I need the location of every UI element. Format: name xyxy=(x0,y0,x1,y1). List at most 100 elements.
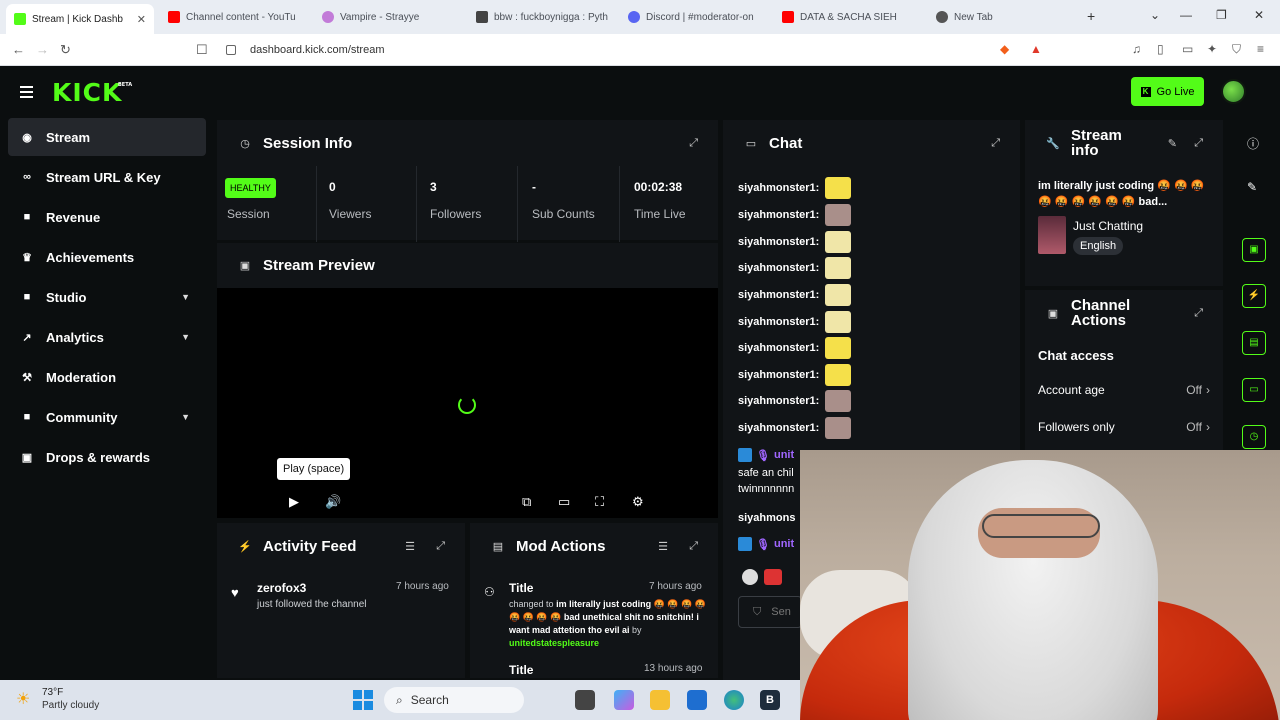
chat-username[interactable]: siyahmonster1: xyxy=(738,182,819,194)
tab-discord[interactable]: Discord | #moderator-on xyxy=(628,6,768,28)
video-icon: ▣ xyxy=(239,260,251,272)
chat-username[interactable]: siyahmonster1: xyxy=(738,209,819,221)
tab-youtube[interactable]: Channel content - YouTu xyxy=(168,6,308,28)
chat-username[interactable]: siyahmonster1: xyxy=(738,316,819,328)
expand-icon[interactable]: ⤢ xyxy=(436,540,445,553)
brave-rewards-icon[interactable]: ▲ xyxy=(1030,42,1042,56)
close-window-icon[interactable]: ✕ xyxy=(1254,8,1264,22)
followers-only-row[interactable]: Followers only Off › xyxy=(1038,420,1210,434)
account-age-row[interactable]: Account age Off › xyxy=(1038,383,1210,397)
sidebar-item-achievements[interactable]: ♛ Achievements xyxy=(8,238,206,276)
sidebar-item-stream-url-key[interactable]: ∞ Stream URL & Key xyxy=(8,158,206,196)
chat-username[interactable]: siyahmonster1: xyxy=(738,236,819,248)
file-explorer-icon[interactable] xyxy=(650,690,670,710)
filter-icon[interactable]: ☰ xyxy=(658,540,668,553)
tab-list-chevron-icon[interactable]: ⌄ xyxy=(1150,8,1160,22)
chat-input[interactable]: ⛉ Sen xyxy=(738,596,802,628)
go-live-button[interactable]: K Go Live xyxy=(1131,77,1204,106)
sidebar-item-revenue[interactable]: ■ Revenue xyxy=(8,198,206,236)
pip-icon[interactable]: ⧉ xyxy=(522,494,531,510)
new-tab-icon[interactable]: + xyxy=(1087,8,1095,24)
brave-shields-icon[interactable]: ◆ xyxy=(1000,42,1009,56)
sidebar-item-community[interactable]: ■ Community ▼ xyxy=(8,398,206,436)
clock-widget-icon[interactable]: ◷ xyxy=(1242,425,1266,449)
bookmark-icon[interactable]: ☐ xyxy=(196,42,208,58)
copilot-icon[interactable] xyxy=(614,690,634,710)
expand-icon[interactable]: ⤢ xyxy=(689,540,698,553)
play-icon[interactable]: ▶ xyxy=(289,494,299,510)
app-b-icon[interactable]: B xyxy=(760,690,780,710)
user-avatar[interactable] xyxy=(1221,79,1246,104)
expand-icon[interactable]: ⤢ xyxy=(1194,307,1203,320)
list-widget-icon[interactable]: ▤ xyxy=(1242,331,1266,355)
maximize-icon[interactable]: ❐ xyxy=(1216,8,1227,22)
windows-start-icon[interactable] xyxy=(353,690,373,710)
settings-gear-icon[interactable]: ⚙ xyxy=(632,494,644,510)
stream-preview-player[interactable]: Play (space) ▶ 🔊 ⧉ ▭ ⛶ ⚙ xyxy=(217,288,718,518)
expand-icon[interactable]: ⤢ xyxy=(991,137,1000,150)
expand-icon[interactable]: ⤢ xyxy=(689,137,698,150)
chat-widget-icon[interactable]: ▭ xyxy=(1242,378,1266,402)
sidebar-item-stream[interactable]: ◉ Stream xyxy=(8,118,206,156)
setting-label: Account age xyxy=(1038,383,1105,397)
chat-username[interactable]: siyahmonster1: xyxy=(738,289,819,301)
edit-pencil-icon[interactable]: ✎ xyxy=(1168,137,1177,150)
reload-icon[interactable]: ↻ xyxy=(60,42,71,58)
chat-username[interactable]: siyahmonster1: xyxy=(738,342,819,354)
hamburger-menu-icon[interactable] xyxy=(20,86,33,101)
tab-youtube-data[interactable]: DATA & SACHA SIEH xyxy=(782,6,922,28)
fullscreen-icon[interactable]: ⛶ xyxy=(595,494,604,510)
feed-user[interactable]: zerofox3 xyxy=(257,581,306,595)
emote-icon[interactable] xyxy=(764,569,782,585)
task-view-icon[interactable] xyxy=(575,690,595,710)
weather-desc[interactable]: Partly cloudy xyxy=(42,700,99,711)
emote-icon xyxy=(825,204,852,226)
minimize-icon[interactable]: — xyxy=(1180,8,1192,22)
video-widget-icon[interactable]: ▣ xyxy=(1242,238,1266,262)
vpn-icon[interactable]: ⛉ xyxy=(1232,42,1241,57)
weather-temp[interactable]: 73°F xyxy=(42,687,63,698)
tab-new-tab[interactable]: New Tab xyxy=(936,6,1076,28)
info-icon[interactable]: ⓘ xyxy=(1247,135,1259,152)
chat-username[interactable]: siyahmonster1: xyxy=(738,422,819,434)
chat-username[interactable]: siyahmonster1: xyxy=(738,262,819,274)
chat-username[interactable]: siyahmonster1: xyxy=(738,369,819,381)
chat-username[interactable]: siyahmons xyxy=(738,512,795,524)
back-icon[interactable]: ← xyxy=(12,42,25,57)
url-field[interactable]: dashboard.kick.com/stream xyxy=(226,39,1026,61)
filter-icon[interactable]: ☰ xyxy=(405,540,415,553)
mic-icon: 🎙 xyxy=(756,538,770,551)
site-info-icon[interactable] xyxy=(226,45,236,55)
close-tab-icon[interactable]: ✕ xyxy=(137,13,146,26)
forward-icon[interactable]: → xyxy=(36,42,49,57)
leo-icon[interactable]: ✦ xyxy=(1207,42,1217,56)
store-icon[interactable] xyxy=(687,690,707,710)
sidebar-item-studio[interactable]: ■ Studio ▼ xyxy=(8,278,206,316)
chat-username[interactable]: unit xyxy=(774,449,794,461)
trophy-icon: ♛ xyxy=(22,251,32,264)
sidebar-item-moderation[interactable]: ⚒ Moderation xyxy=(8,358,206,396)
bolt-widget-icon[interactable]: ⚡ xyxy=(1242,284,1266,308)
chat-username[interactable]: siyahmonster1: xyxy=(738,395,819,407)
edit-icon[interactable]: ✎ xyxy=(1247,180,1257,194)
sidebar-icon[interactable]: ▯ xyxy=(1157,42,1164,56)
kick-logo[interactable]: KICK BETA xyxy=(52,78,132,107)
menu-icon[interactable]: ≡ xyxy=(1257,42,1264,56)
media-icon[interactable]: ♫ xyxy=(1132,42,1141,56)
edge-icon[interactable] xyxy=(724,690,744,710)
tab-kick-dashboard[interactable]: Stream | Kick Dashb ✕ xyxy=(6,4,154,34)
mod-action-user[interactable]: unitedstatespleasure xyxy=(509,638,599,648)
tab-github[interactable]: bbw : fuckboynigga : Pyth xyxy=(476,6,616,28)
dollar-icon: ■ xyxy=(23,211,31,223)
wallet-icon[interactable]: ▭ xyxy=(1182,42,1193,56)
taskbar-search[interactable]: ⌕ Search xyxy=(384,687,524,713)
sidebar-item-drops-rewards[interactable]: ▣ Drops & rewards xyxy=(8,438,206,476)
volume-icon[interactable]: 🔊 xyxy=(325,494,341,510)
stream-category[interactable]: Just Chatting xyxy=(1073,219,1143,233)
theater-mode-icon[interactable]: ▭ xyxy=(558,494,570,510)
sidebar-item-analytics[interactable]: ↗ Analytics ▼ xyxy=(8,318,206,356)
chat-username[interactable]: unit xyxy=(774,538,794,550)
tab-strayye[interactable]: Vampire - Strayye xyxy=(322,6,462,28)
emote-icon[interactable] xyxy=(742,569,758,585)
expand-icon[interactable]: ⤢ xyxy=(1194,137,1203,150)
